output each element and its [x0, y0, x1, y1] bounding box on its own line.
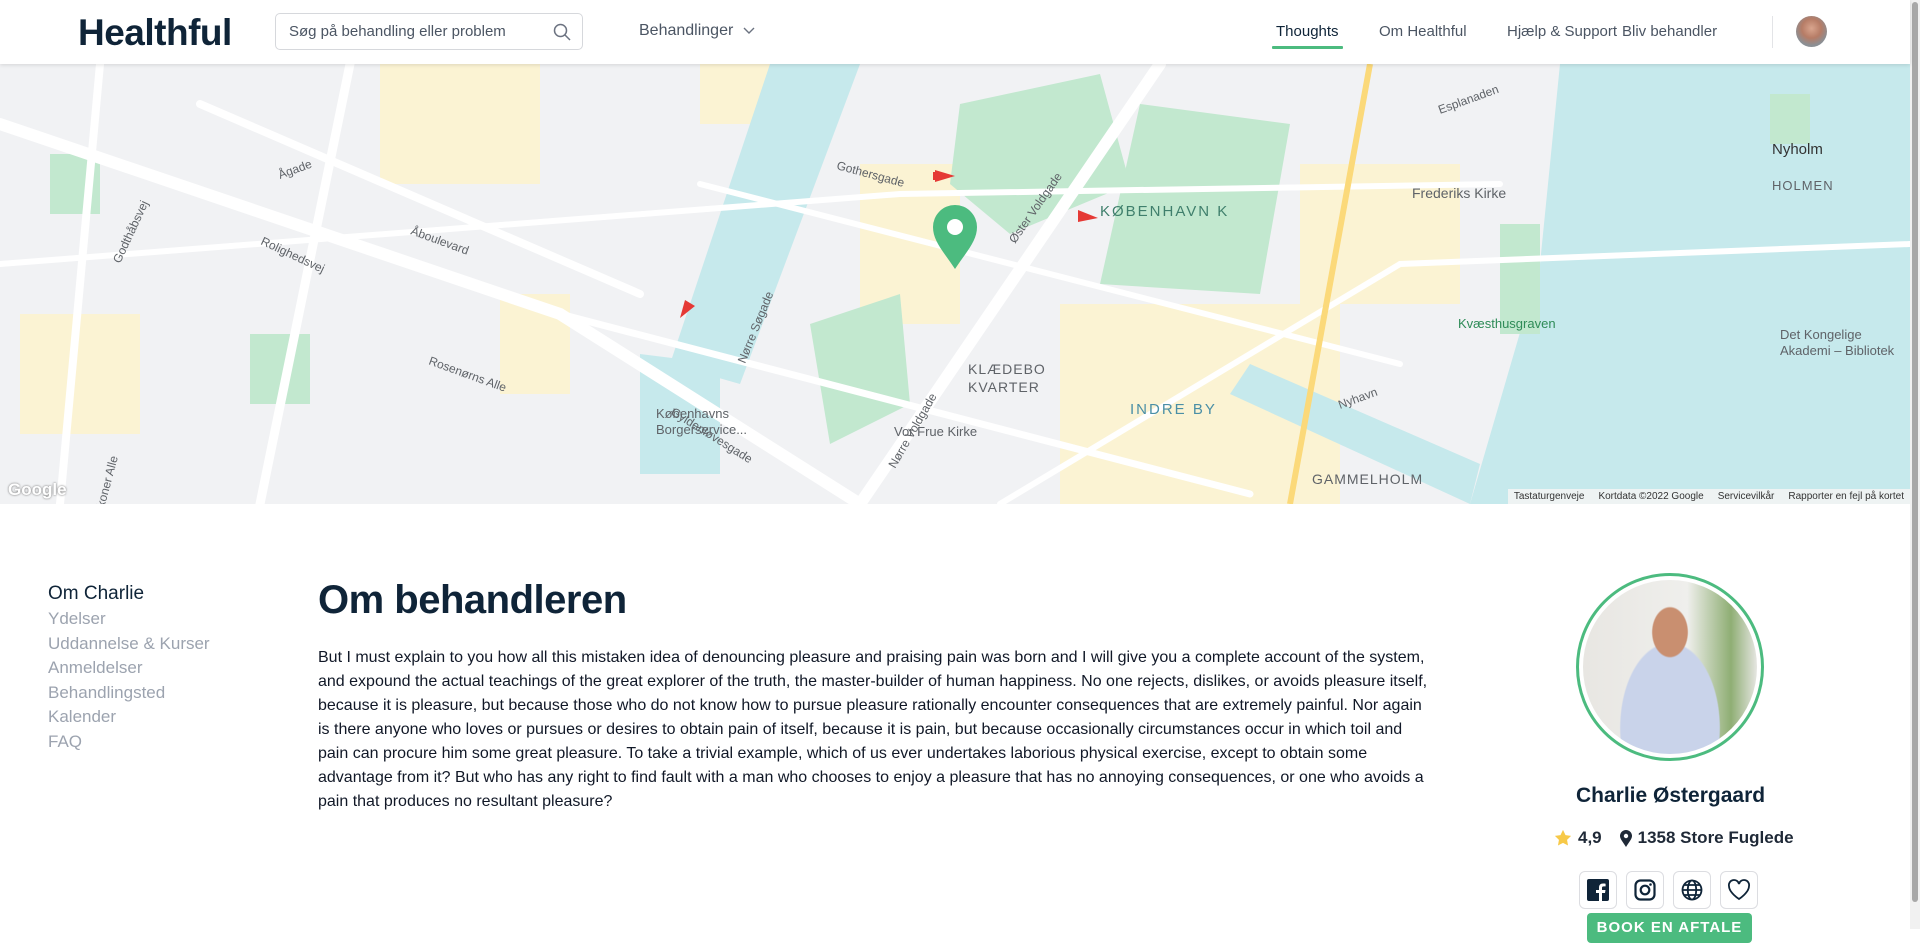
- profile-photo: [1576, 573, 1764, 761]
- profile-meta: 4,9 1358 Store Fuglede: [1554, 828, 1794, 848]
- svg-text:Esplanaden: Esplanaden: [1436, 82, 1500, 117]
- header: Healthful Behandlinger Thoughts Om Healt…: [0, 0, 1910, 64]
- book-appointment-button[interactable]: BOOK EN AFTALE: [1587, 913, 1752, 943]
- nav-om-healthful[interactable]: Om Healthful: [1379, 23, 1467, 40]
- scrollbar[interactable]: [1910, 0, 1920, 929]
- nav-thoughts[interactable]: Thoughts: [1272, 23, 1343, 49]
- section-link-faq[interactable]: FAQ: [48, 730, 210, 755]
- section-link-om-charlie[interactable]: Om Charlie: [48, 581, 210, 607]
- svg-text:Akademi – Bibliotek: Akademi – Bibliotek: [1780, 343, 1895, 358]
- treatments-menu[interactable]: Behandlinger: [639, 22, 755, 40]
- facebook-icon: [1587, 879, 1609, 901]
- search-box[interactable]: [275, 13, 583, 50]
- svg-text:Ågade: Ågade: [276, 156, 314, 182]
- section-link-behandlingsted[interactable]: Behandlingsted: [48, 681, 210, 706]
- rating: 4,9: [1554, 828, 1602, 848]
- page-title: Om behandleren: [318, 578, 627, 622]
- svg-text:Nyhavn: Nyhavn: [1336, 385, 1379, 412]
- map-attribution: Tastaturgenveje Kortdata ©2022 Google Se…: [1507, 489, 1910, 504]
- nav-help-support[interactable]: Hjælp & Support: [1507, 23, 1617, 40]
- map-pin-icon: [1619, 829, 1632, 847]
- star-icon: [1554, 829, 1572, 846]
- svg-text:HOLMEN: HOLMEN: [1772, 178, 1834, 193]
- section-link-ydelser[interactable]: Ydelser: [48, 607, 210, 632]
- instagram-button[interactable]: [1626, 871, 1664, 909]
- map-data-text: Kortdata ©2022 Google: [1598, 491, 1704, 502]
- globe-icon: [1681, 879, 1703, 901]
- keyboard-shortcuts-link[interactable]: Tastaturgenveje: [1514, 491, 1585, 502]
- treatments-menu-label: Behandlinger: [639, 22, 734, 39]
- divider: [1772, 16, 1773, 48]
- section-link-uddannelse[interactable]: Uddannelse & Kurser: [48, 632, 210, 657]
- website-button[interactable]: [1673, 871, 1711, 909]
- svg-text:Det Kongelige: Det Kongelige: [1780, 327, 1862, 342]
- section-nav: Om Charlie Ydelser Uddannelse & Kurser A…: [48, 581, 210, 754]
- report-error-link[interactable]: Rapporter en fejl på kortet: [1788, 491, 1904, 502]
- svg-text:KLÆDEBO: KLÆDEBO: [968, 361, 1046, 377]
- user-avatar[interactable]: [1796, 16, 1827, 47]
- social-links: [1579, 871, 1758, 909]
- practitioner-name: Charlie Østergaard: [1576, 784, 1766, 807]
- profile-image: [1583, 580, 1757, 754]
- terms-link[interactable]: Servicevilkår: [1718, 491, 1775, 502]
- chevron-down-icon: [743, 27, 755, 34]
- instagram-icon: [1634, 879, 1656, 901]
- favorite-button[interactable]: [1720, 871, 1758, 909]
- svg-text:INDRE BY: INDRE BY: [1130, 401, 1217, 418]
- svg-text:Rosenørns Alle: Rosenørns Alle: [427, 354, 509, 395]
- scrollbar-thumb[interactable]: [1912, 2, 1918, 902]
- svg-text:KØBENHAVN K: KØBENHAVN K: [1100, 203, 1229, 220]
- svg-text:Kvæsthusgraven: Kvæsthusgraven: [1458, 316, 1556, 331]
- heart-icon: [1728, 879, 1750, 901]
- map[interactable]: Ågade Åboulevard Rosenørns Alle Nørre Sø…: [0, 64, 1910, 504]
- svg-text:Falkoner Alle: Falkoner Alle: [89, 454, 121, 504]
- facebook-button[interactable]: [1579, 871, 1617, 909]
- location: 1358 Store Fuglede: [1619, 828, 1794, 848]
- section-link-anmeldelser[interactable]: Anmeldelser: [48, 656, 210, 681]
- svg-text:Vor Frue Kirke: Vor Frue Kirke: [894, 424, 977, 439]
- nav-bliv-behandler[interactable]: Bliv behandler: [1622, 23, 1717, 40]
- svg-text:KVARTER: KVARTER: [968, 379, 1040, 395]
- logo[interactable]: Healthful: [78, 12, 232, 54]
- svg-text:Københavns: Københavns: [656, 406, 729, 421]
- about-text: But I must explain to you how all this m…: [318, 649, 1428, 810]
- rating-value: 4,9: [1578, 828, 1602, 847]
- map-canvas[interactable]: Ågade Åboulevard Rosenørns Alle Nørre Sø…: [0, 64, 1910, 504]
- location-text: 1358 Store Fuglede: [1637, 828, 1794, 847]
- svg-text:Borgerservice...: Borgerservice...: [656, 422, 747, 437]
- google-logo: Google: [8, 480, 67, 499]
- section-link-kalender[interactable]: Kalender: [48, 705, 210, 730]
- svg-text:Frederiks Kirke: Frederiks Kirke: [1412, 185, 1506, 201]
- svg-text:Nyholm: Nyholm: [1772, 141, 1823, 158]
- search-icon[interactable]: [552, 22, 572, 42]
- search-input[interactable]: [289, 23, 539, 40]
- svg-text:GAMMELHOLM: GAMMELHOLM: [1312, 471, 1423, 487]
